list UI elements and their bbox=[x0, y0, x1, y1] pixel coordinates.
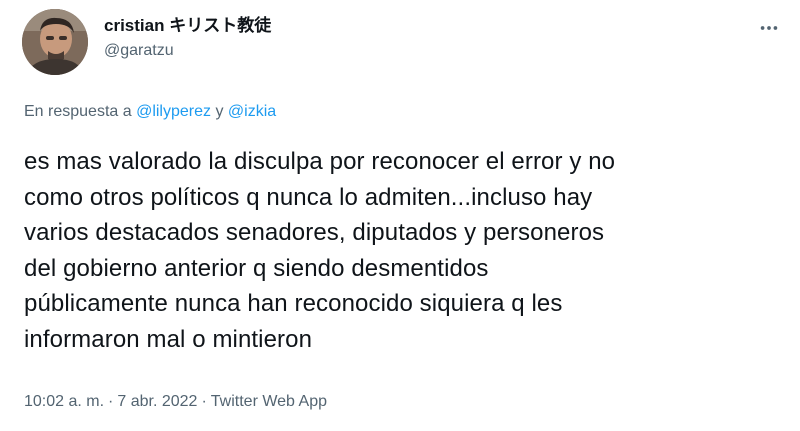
more-options-button[interactable] bbox=[752, 14, 786, 42]
tweet-line: informaron mal o mintieron bbox=[24, 325, 313, 353]
meta-separator: · bbox=[201, 393, 207, 410]
tweet-line: como otros políticos q nunca lo admiten.… bbox=[24, 183, 593, 211]
meta-separator: · bbox=[108, 393, 114, 410]
avatar-photo bbox=[22, 9, 88, 75]
timestamp-link[interactable]: 10:02 a. m. · 7 abr. 2022 bbox=[24, 393, 197, 410]
tweet-line: del gobierno anterior q siendo desmentid… bbox=[24, 254, 489, 282]
tweet-time: 10:02 a. m. bbox=[24, 393, 105, 410]
reply-conjunction: y bbox=[215, 103, 224, 120]
more-horizontal-icon bbox=[760, 26, 778, 30]
mention-link-2[interactable]: @izkia bbox=[228, 103, 276, 120]
mention-link-1[interactable]: @lilyperez bbox=[136, 103, 211, 120]
tweet: cristian キリスト教徒 @garatzu En respuesta a … bbox=[0, 0, 800, 431]
reply-context: En respuesta a @lilyperez y @izkia bbox=[24, 101, 276, 123]
source-link[interactable]: Twitter Web App bbox=[211, 393, 327, 410]
tweet-date: 7 abr. 2022 bbox=[117, 393, 198, 410]
tweet-text: es mas valorado la disculpa por reconoce… bbox=[24, 144, 784, 357]
reply-prefix: En respuesta a bbox=[24, 103, 132, 120]
tweet-meta: 10:02 a. m. · 7 abr. 2022 · Twitter Web App bbox=[24, 391, 327, 413]
avatar[interactable] bbox=[22, 9, 88, 75]
display-name[interactable]: cristian キリスト教徒 bbox=[104, 14, 271, 38]
author-block: cristian キリスト教徒 @garatzu bbox=[104, 14, 271, 62]
tweet-line: públicamente nunca han reconocido siquie… bbox=[24, 290, 563, 317]
tweet-line: es mas valorado la disculpa por reconoce… bbox=[24, 148, 616, 175]
user-handle[interactable]: @garatzu bbox=[104, 40, 271, 62]
tweet-line: varios destacados senadores, diputados y… bbox=[24, 219, 605, 246]
